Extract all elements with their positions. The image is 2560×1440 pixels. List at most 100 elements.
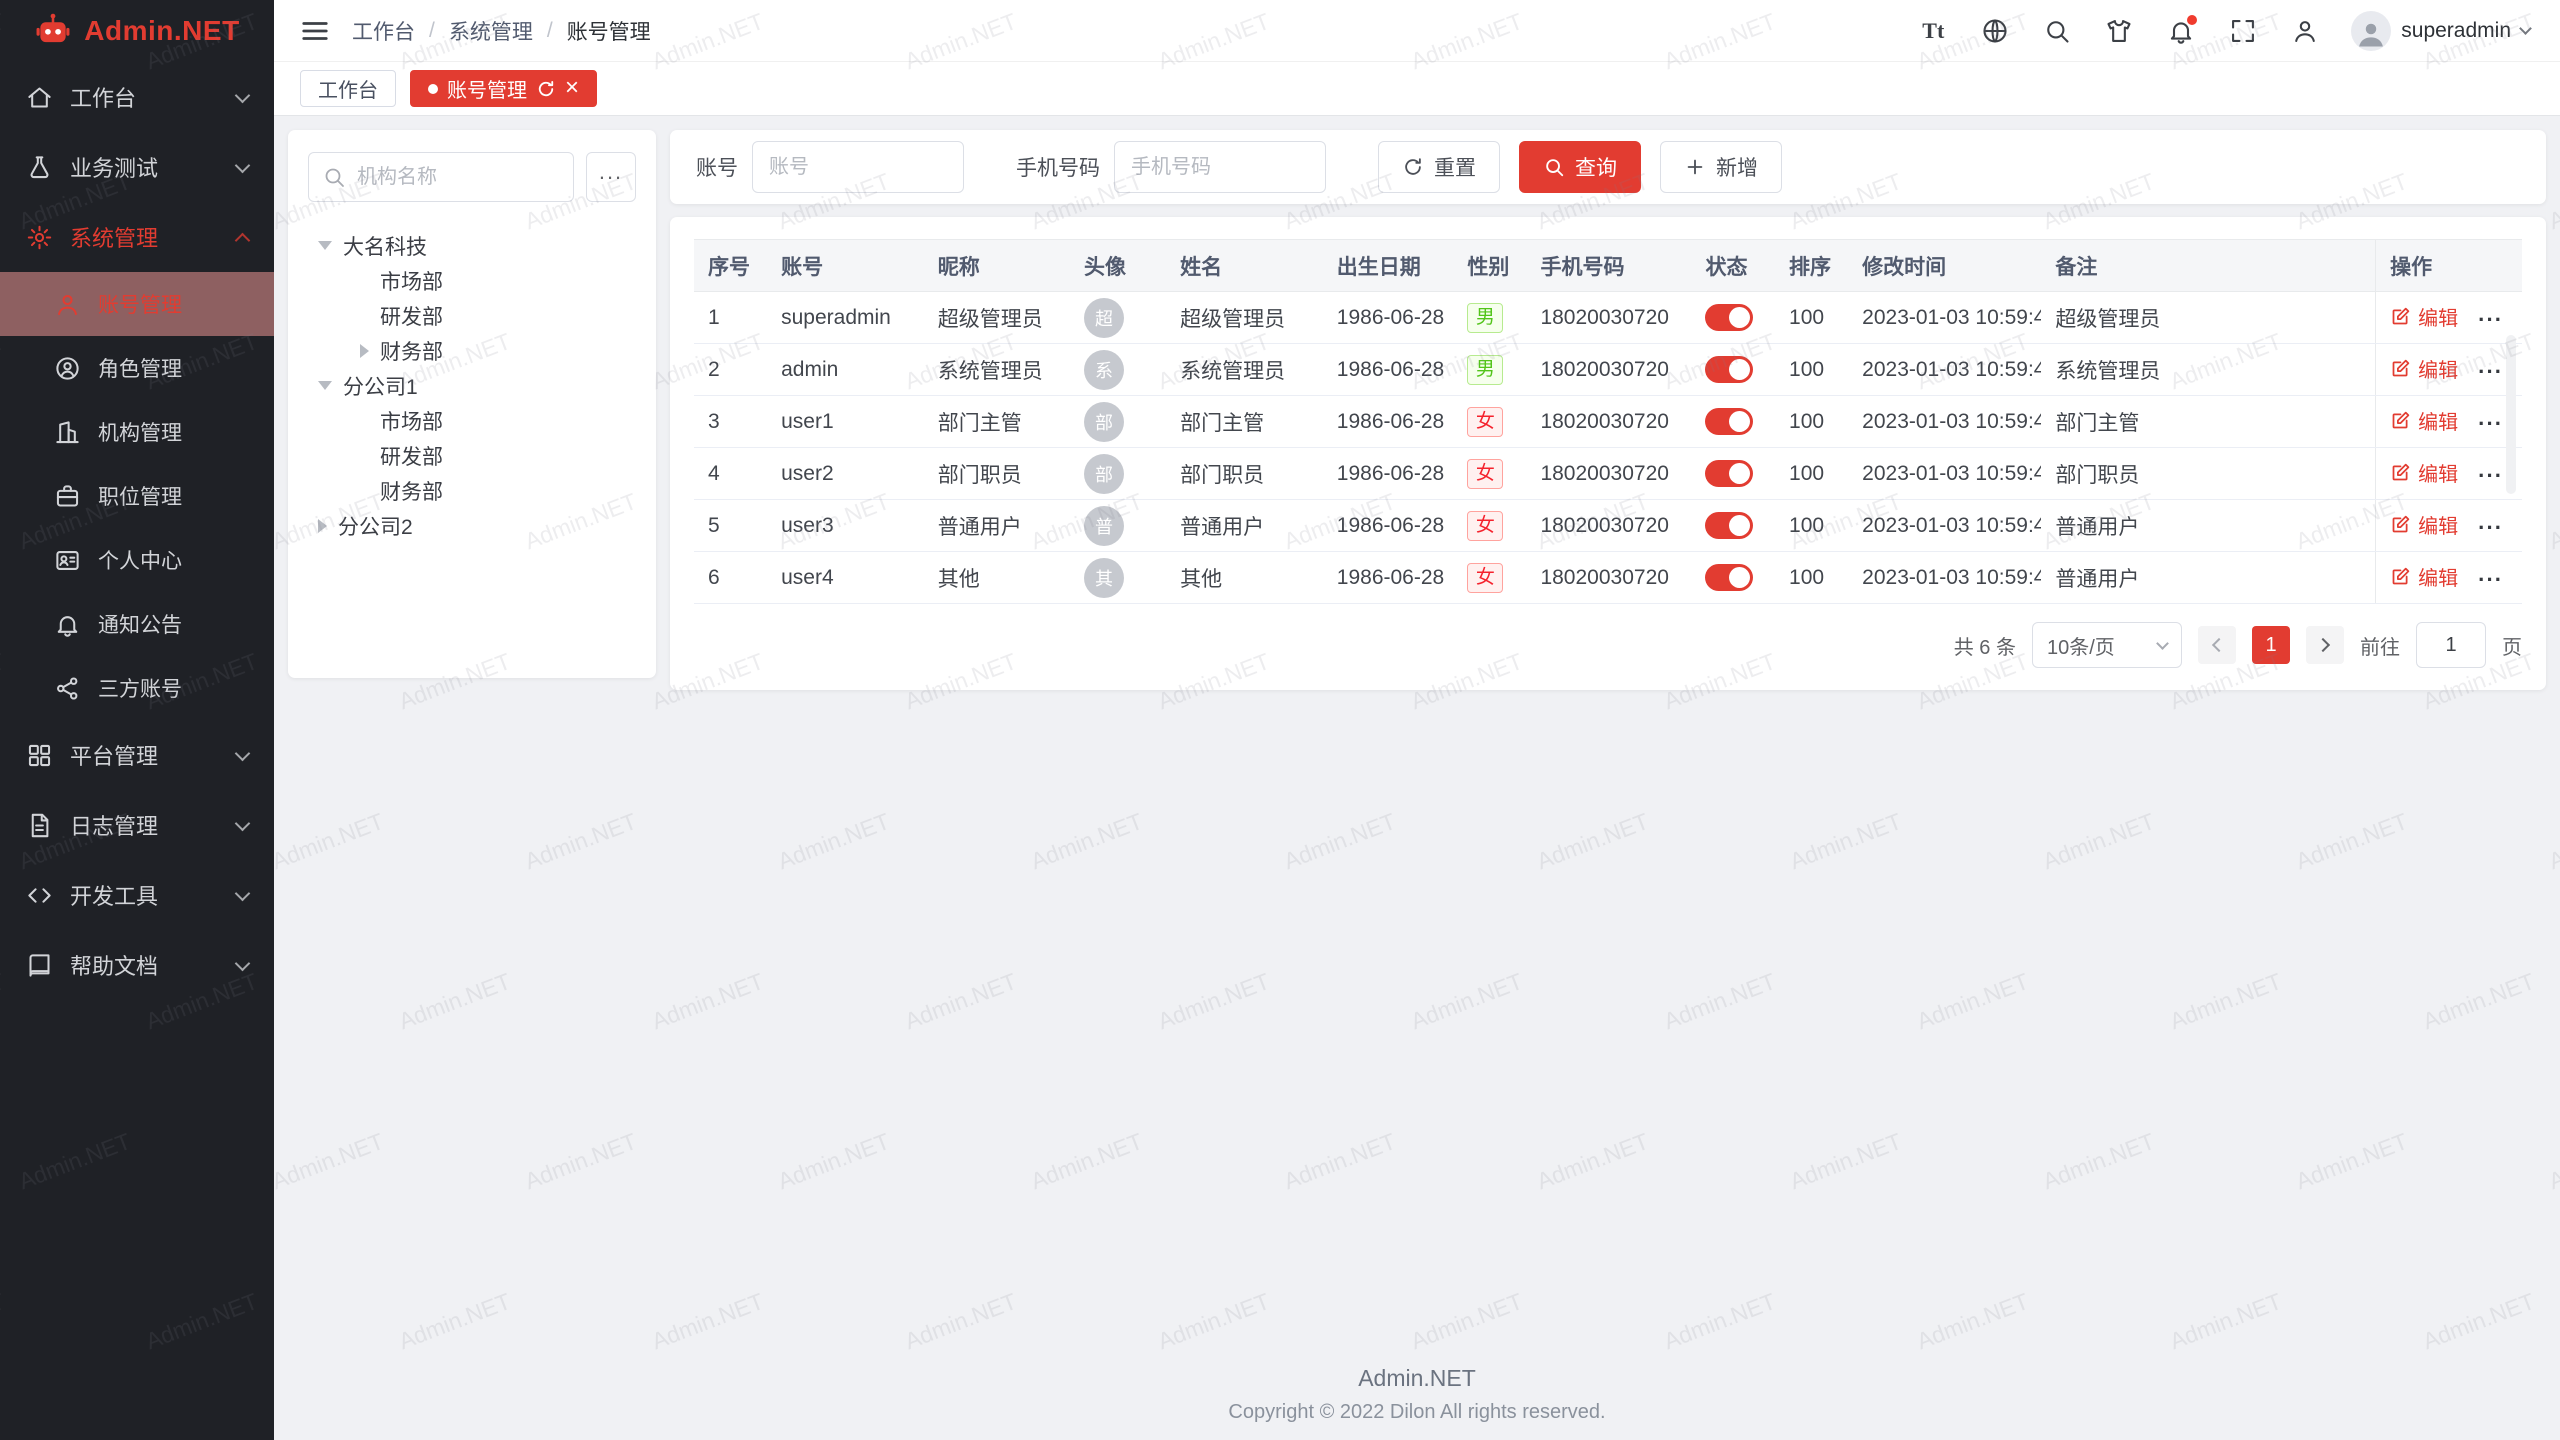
close-icon[interactable]: × bbox=[565, 76, 579, 100]
tree-node[interactable]: 分公司2 bbox=[308, 508, 636, 543]
page-1-button[interactable]: 1 bbox=[2252, 626, 2290, 664]
cell-sort: 100 bbox=[1775, 552, 1848, 604]
sidebar-item-third-party-account[interactable]: 三方账号 bbox=[0, 656, 274, 720]
font-size-button[interactable]: Tt bbox=[1917, 15, 1949, 47]
tree-node[interactable]: 大名科技 bbox=[308, 228, 636, 263]
avatar: 普 bbox=[1084, 506, 1124, 546]
reset-button[interactable]: 重置 bbox=[1378, 141, 1500, 193]
chevron-down-icon bbox=[235, 87, 251, 103]
add-button[interactable]: 新增 bbox=[1660, 141, 1782, 193]
search-icon bbox=[1543, 156, 1565, 178]
phone-label: 手机号码 bbox=[1016, 152, 1100, 182]
org-search-input[interactable] bbox=[308, 152, 574, 202]
org-more-button[interactable]: ... bbox=[586, 152, 636, 202]
edit-button[interactable]: 编辑 bbox=[2390, 406, 2458, 435]
tree-node[interactable]: 市场部 bbox=[308, 263, 636, 298]
caret-down-icon[interactable] bbox=[318, 381, 332, 390]
edit-button[interactable]: 编辑 bbox=[2390, 510, 2458, 539]
status-toggle[interactable] bbox=[1705, 564, 1753, 591]
table-scrollbar[interactable] bbox=[2506, 335, 2516, 494]
status-toggle[interactable] bbox=[1705, 356, 1753, 383]
sidebar-item-org-management[interactable]: 机构管理 bbox=[0, 400, 274, 464]
tree-node[interactable]: 研发部 bbox=[308, 438, 636, 473]
chevron-down-icon bbox=[2156, 637, 2169, 650]
next-page-button[interactable] bbox=[2306, 626, 2344, 664]
avatar: 其 bbox=[1084, 558, 1124, 598]
edit-button[interactable]: 编辑 bbox=[2390, 354, 2458, 383]
tree-node[interactable]: 财务部 bbox=[308, 333, 636, 368]
tree-node[interactable]: 市场部 bbox=[308, 403, 636, 438]
phone-input[interactable] bbox=[1114, 141, 1326, 193]
status-toggle[interactable] bbox=[1705, 460, 1753, 487]
prev-page-button[interactable] bbox=[2198, 626, 2236, 664]
sidebar-item-system-management[interactable]: 系统管理 bbox=[0, 202, 274, 272]
caret-down-icon[interactable] bbox=[318, 241, 332, 250]
flask-icon bbox=[26, 154, 53, 181]
caret-right-icon[interactable] bbox=[360, 344, 369, 358]
language-button[interactable] bbox=[1979, 15, 2011, 47]
status-toggle[interactable] bbox=[1705, 512, 1753, 539]
breadcrumb-workbench[interactable]: 工作台 bbox=[352, 16, 415, 46]
fullscreen-button[interactable] bbox=[2227, 15, 2259, 47]
logo[interactable]: Admin.NET bbox=[0, 0, 274, 62]
sidebar-item-notice[interactable]: 通知公告 bbox=[0, 592, 274, 656]
sidebar-item-label: 通知公告 bbox=[98, 609, 182, 639]
more-actions-button[interactable]: ··· bbox=[2478, 515, 2503, 540]
chevron-down-icon bbox=[235, 815, 251, 831]
chevron-up-icon bbox=[235, 232, 251, 248]
tree-node[interactable]: 财务部 bbox=[308, 473, 636, 508]
notification-button[interactable] bbox=[2165, 15, 2197, 47]
caret-right-icon[interactable] bbox=[318, 519, 327, 533]
sidebar-item-label: 帮助文档 bbox=[70, 949, 158, 981]
more-actions-button[interactable]: ··· bbox=[2478, 463, 2503, 488]
tree-node[interactable]: 研发部 bbox=[308, 298, 636, 333]
tab-workbench[interactable]: 工作台 bbox=[300, 70, 396, 107]
cell-birth: 1986-06-28 bbox=[1323, 500, 1454, 552]
sidebar-item-account-management[interactable]: 账号管理 bbox=[0, 272, 274, 336]
more-actions-button[interactable]: ··· bbox=[2478, 411, 2503, 436]
fullscreen-icon bbox=[2229, 17, 2257, 45]
edit-icon bbox=[2390, 358, 2411, 379]
cell-modified: 2023-01-03 10:59:44 bbox=[1848, 396, 2041, 448]
theme-button[interactable] bbox=[2103, 15, 2135, 47]
hamburger-menu-icon[interactable] bbox=[300, 16, 330, 46]
sidebar-item-position-management[interactable]: 职位管理 bbox=[0, 464, 274, 528]
edit-button[interactable]: 编辑 bbox=[2390, 562, 2458, 591]
gender-badge: 女 bbox=[1467, 511, 1503, 541]
more-actions-button[interactable]: ··· bbox=[2478, 567, 2503, 592]
sidebar-item-business-test[interactable]: 业务测试 bbox=[0, 132, 274, 202]
tree-node[interactable]: 分公司1 bbox=[308, 368, 636, 403]
search-button[interactable]: 查询 bbox=[1519, 141, 1641, 193]
sidebar-item-help-docs[interactable]: 帮助文档 bbox=[0, 930, 274, 1000]
sidebar-item-platform-management[interactable]: 平台管理 bbox=[0, 720, 274, 790]
sidebar-item-role-management[interactable]: 角色管理 bbox=[0, 336, 274, 400]
tree-node-label: 财务部 bbox=[380, 336, 443, 366]
breadcrumb-system-management[interactable]: 系统管理 bbox=[449, 16, 533, 46]
refresh-icon[interactable] bbox=[536, 79, 556, 99]
cell-phone: 18020030720 bbox=[1526, 500, 1691, 552]
tag-view-bar: 工作台 账号管理 × bbox=[274, 62, 2560, 116]
search-button[interactable] bbox=[2041, 15, 2073, 47]
building-icon bbox=[54, 419, 81, 446]
tab-account-management[interactable]: 账号管理 × bbox=[410, 70, 597, 107]
sidebar-item-log-management[interactable]: 日志管理 bbox=[0, 790, 274, 860]
sidebar-item-workbench[interactable]: 工作台 bbox=[0, 62, 274, 132]
profile-button[interactable] bbox=[2289, 15, 2321, 47]
sidebar-item-personal-center[interactable]: 个人中心 bbox=[0, 528, 274, 592]
goto-page-input[interactable] bbox=[2416, 622, 2486, 668]
edit-button[interactable]: 编辑 bbox=[2390, 302, 2458, 331]
status-toggle[interactable] bbox=[1705, 304, 1753, 331]
more-actions-button[interactable]: ··· bbox=[2478, 307, 2503, 332]
cell-nickname: 超级管理员 bbox=[924, 292, 1070, 344]
cell-modified: 2023-01-03 10:59:44 bbox=[1848, 344, 2041, 396]
sidebar-item-dev-tools[interactable]: 开发工具 bbox=[0, 860, 274, 930]
edit-button[interactable]: 编辑 bbox=[2390, 458, 2458, 487]
account-input[interactable] bbox=[752, 141, 964, 193]
user-menu[interactable]: superadmin bbox=[2351, 11, 2530, 51]
table-row: 3 user1 部门主管 部 部门主管 1986-06-28 女 1802003… bbox=[694, 396, 2522, 448]
page-size-select[interactable]: 10条/页 bbox=[2032, 622, 2182, 668]
more-actions-button[interactable]: ··· bbox=[2478, 359, 2503, 384]
sidebar-item-label: 开发工具 bbox=[70, 879, 158, 911]
edit-icon bbox=[2390, 566, 2411, 587]
status-toggle[interactable] bbox=[1705, 408, 1753, 435]
